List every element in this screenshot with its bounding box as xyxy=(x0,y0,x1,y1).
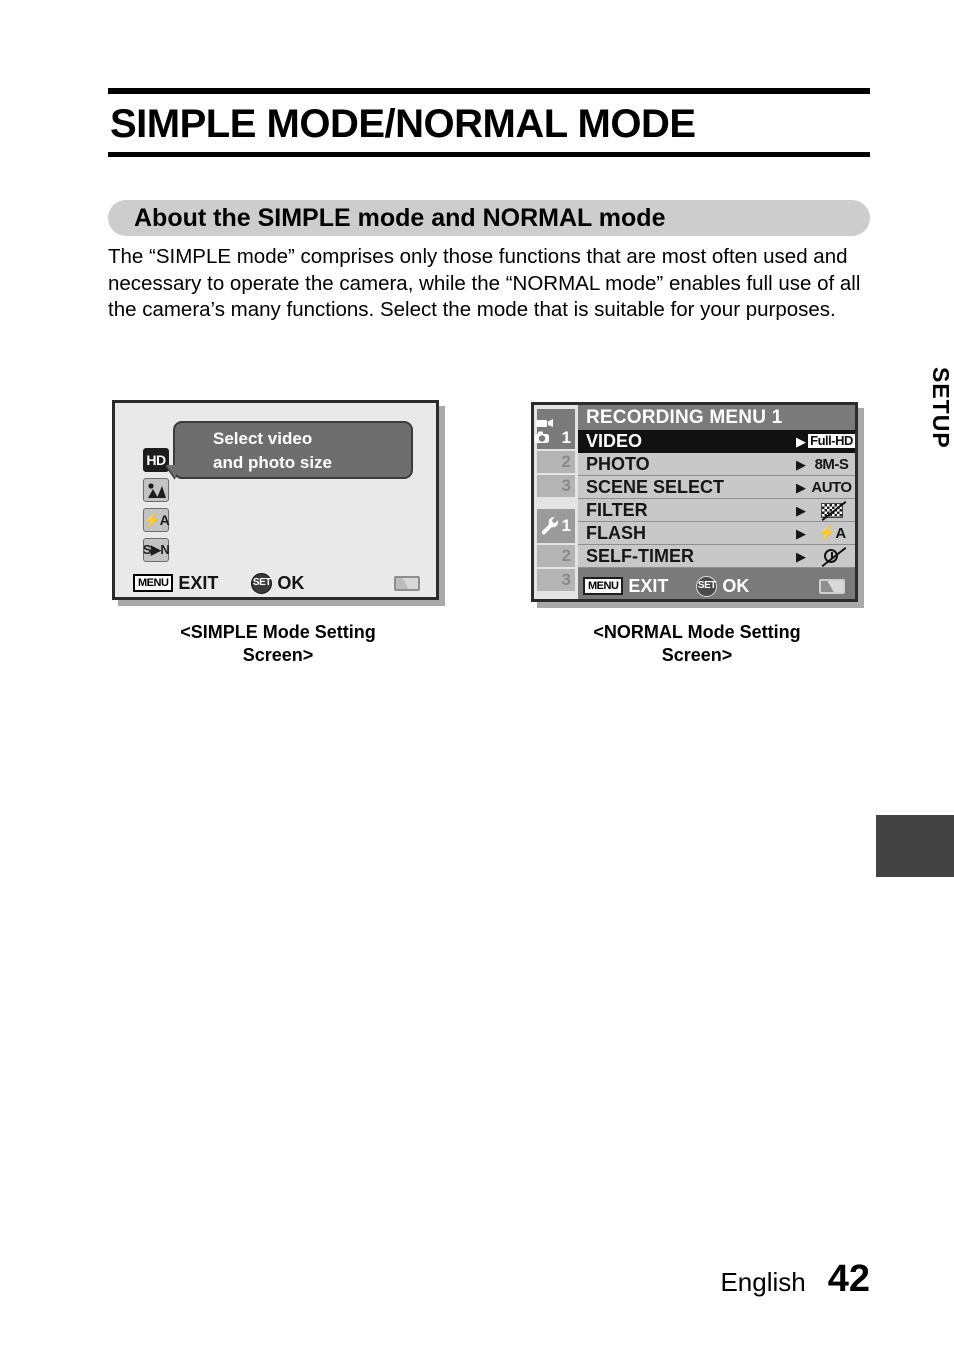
menu-action-label: EXIT xyxy=(178,572,219,593)
menu-row-scene-select[interactable]: SCENE SELECT ▶ AUTO xyxy=(578,476,855,499)
section-banner: About the SIMPLE mode and NORMAL mode xyxy=(108,200,870,236)
menu-row-scene-select-value: AUTO xyxy=(811,478,852,496)
footer-page-number: 42 xyxy=(827,1258,870,1300)
menu-row-filter-value xyxy=(811,500,855,522)
tab-setup-3[interactable]: 3 xyxy=(537,569,575,591)
tab-recording-1-label: 1 xyxy=(561,428,571,447)
menu-row-flash-value: ⚡A xyxy=(817,525,846,542)
menu-row-self-timer-value xyxy=(811,546,855,568)
tab-setup-1-label: 1 xyxy=(561,516,571,535)
set-action-label: OK xyxy=(277,572,305,593)
chevron-right-icon: ▶ xyxy=(796,433,806,449)
chevron-right-icon: ▶ xyxy=(796,548,806,564)
slash-overlay-icon xyxy=(821,500,846,522)
simple-normal-toggle-label: S▶N xyxy=(142,542,170,557)
simple-status-bar: MENU EXIT SET OK xyxy=(115,569,436,597)
tab-group-divider xyxy=(534,499,578,509)
simple-normal-toggle-icon: S▶N xyxy=(142,538,170,562)
flash-auto-label: ⚡A xyxy=(143,511,170,528)
chevron-right-icon: ▶ xyxy=(796,479,806,495)
menu-row-scene-select-label: SCENE SELECT xyxy=(586,476,725,497)
menu-row-photo-label: PHOTO xyxy=(586,453,650,474)
help-bubble-text: Select video and photo size xyxy=(213,429,332,472)
battery-icon xyxy=(819,578,845,594)
section-heading: About the SIMPLE mode and NORMAL mode xyxy=(134,204,666,232)
recording-menu-panel: RECORDING MENU 1 VIDEO ▶ Full-HD PHOTO ▶… xyxy=(578,405,855,599)
set-action-label: OK xyxy=(722,575,750,596)
menu-row-flash-label: FLASH xyxy=(586,522,646,543)
video-value-badge: Full-HD xyxy=(808,433,855,448)
set-button-badge[interactable]: SET xyxy=(251,572,273,594)
menu-row-photo-value: 8M-S xyxy=(814,455,849,473)
self-timer-off-icon xyxy=(821,546,846,568)
side-tab-marker xyxy=(876,815,954,877)
wrench-icon xyxy=(541,516,559,536)
hd-badge-label: HD xyxy=(146,452,166,468)
tab-setup-2[interactable]: 2 xyxy=(537,545,575,567)
tab-recording-3-label: 3 xyxy=(561,476,571,495)
menu-action-label: EXIT xyxy=(628,575,669,596)
tab-setup-1[interactable]: 1 xyxy=(537,509,575,543)
figure-simple-mode-screen: HD ⚡A S▶N Select video and photo size ME… xyxy=(112,400,445,606)
filter-off-icon xyxy=(820,500,846,522)
menu-row-video[interactable]: VIDEO ▶ Full-HD xyxy=(578,430,855,453)
page-header: SIMPLE MODE/NORMAL MODE xyxy=(108,88,870,157)
recording-menu-title: RECORDING MENU 1 xyxy=(586,407,783,428)
set-button-badge[interactable]: SET xyxy=(696,575,718,597)
tab-recording-2-label: 2 xyxy=(561,452,571,471)
normal-mode-screen: 1 2 3 1 2 3 RECORDING MENU 1 VIDEO ▶ Ful… xyxy=(531,402,858,602)
chevron-right-icon: ▶ xyxy=(796,525,806,541)
caption-normal-mode: <NORMAL Mode Setting Screen> xyxy=(593,622,801,665)
side-tab-label: SETUP xyxy=(928,366,954,449)
tab-setup-2-label: 2 xyxy=(561,546,571,565)
chevron-right-icon: ▶ xyxy=(796,502,806,518)
tab-recording-3[interactable]: 3 xyxy=(537,475,575,497)
menu-tab-column: 1 2 3 1 2 3 xyxy=(534,405,578,599)
video-camera-icon xyxy=(534,418,559,448)
chevron-right-icon: ▶ xyxy=(796,456,806,472)
page-footer: English 42 xyxy=(0,1258,870,1301)
menu-button-badge[interactable]: MENU xyxy=(583,577,624,595)
help-speech-bubble: Select video and photo size xyxy=(166,421,413,479)
title-rule-bottom xyxy=(108,152,870,157)
simple-mode-screen: HD ⚡A S▶N Select video and photo size ME… xyxy=(112,400,439,600)
scene-select-icon xyxy=(143,478,169,502)
caption-simple-mode: <SIMPLE Mode Setting Screen> xyxy=(180,622,376,665)
figure-normal-mode-screen: 1 2 3 1 2 3 RECORDING MENU 1 VIDEO ▶ Ful… xyxy=(531,402,864,608)
battery-icon xyxy=(394,575,420,591)
tab-recording-1[interactable]: 1 xyxy=(534,409,575,449)
menu-row-self-timer-label: SELF-TIMER xyxy=(586,545,694,566)
menu-row-filter-label: FILTER xyxy=(586,499,648,520)
menu-row-video-label: VIDEO xyxy=(586,430,643,451)
tab-setup-3-label: 3 xyxy=(561,570,571,589)
menu-button-badge[interactable]: MENU xyxy=(133,574,174,592)
page-title: SIMPLE MODE/NORMAL MODE xyxy=(110,102,696,146)
menu-row-video-value: Full-HD xyxy=(808,433,855,448)
footer-language: English xyxy=(720,1267,806,1297)
menu-row-self-timer[interactable]: SELF-TIMER ▶ xyxy=(578,545,855,568)
menu-row-flash[interactable]: FLASH ▶ ⚡A xyxy=(578,522,855,545)
speech-bubble-tail-icon xyxy=(166,465,176,479)
intro-paragraph: The “SIMPLE mode” comprises only those f… xyxy=(108,245,861,321)
normal-status-bar: MENU EXIT SET OK xyxy=(578,573,855,599)
side-tab: SETUP xyxy=(876,355,954,877)
flash-auto-icon: ⚡A xyxy=(143,508,170,532)
menu-row-filter[interactable]: FILTER ▶ xyxy=(578,499,855,522)
menu-row-photo[interactable]: PHOTO ▶ 8M-S xyxy=(578,453,855,476)
tab-recording-2[interactable]: 2 xyxy=(537,451,575,473)
